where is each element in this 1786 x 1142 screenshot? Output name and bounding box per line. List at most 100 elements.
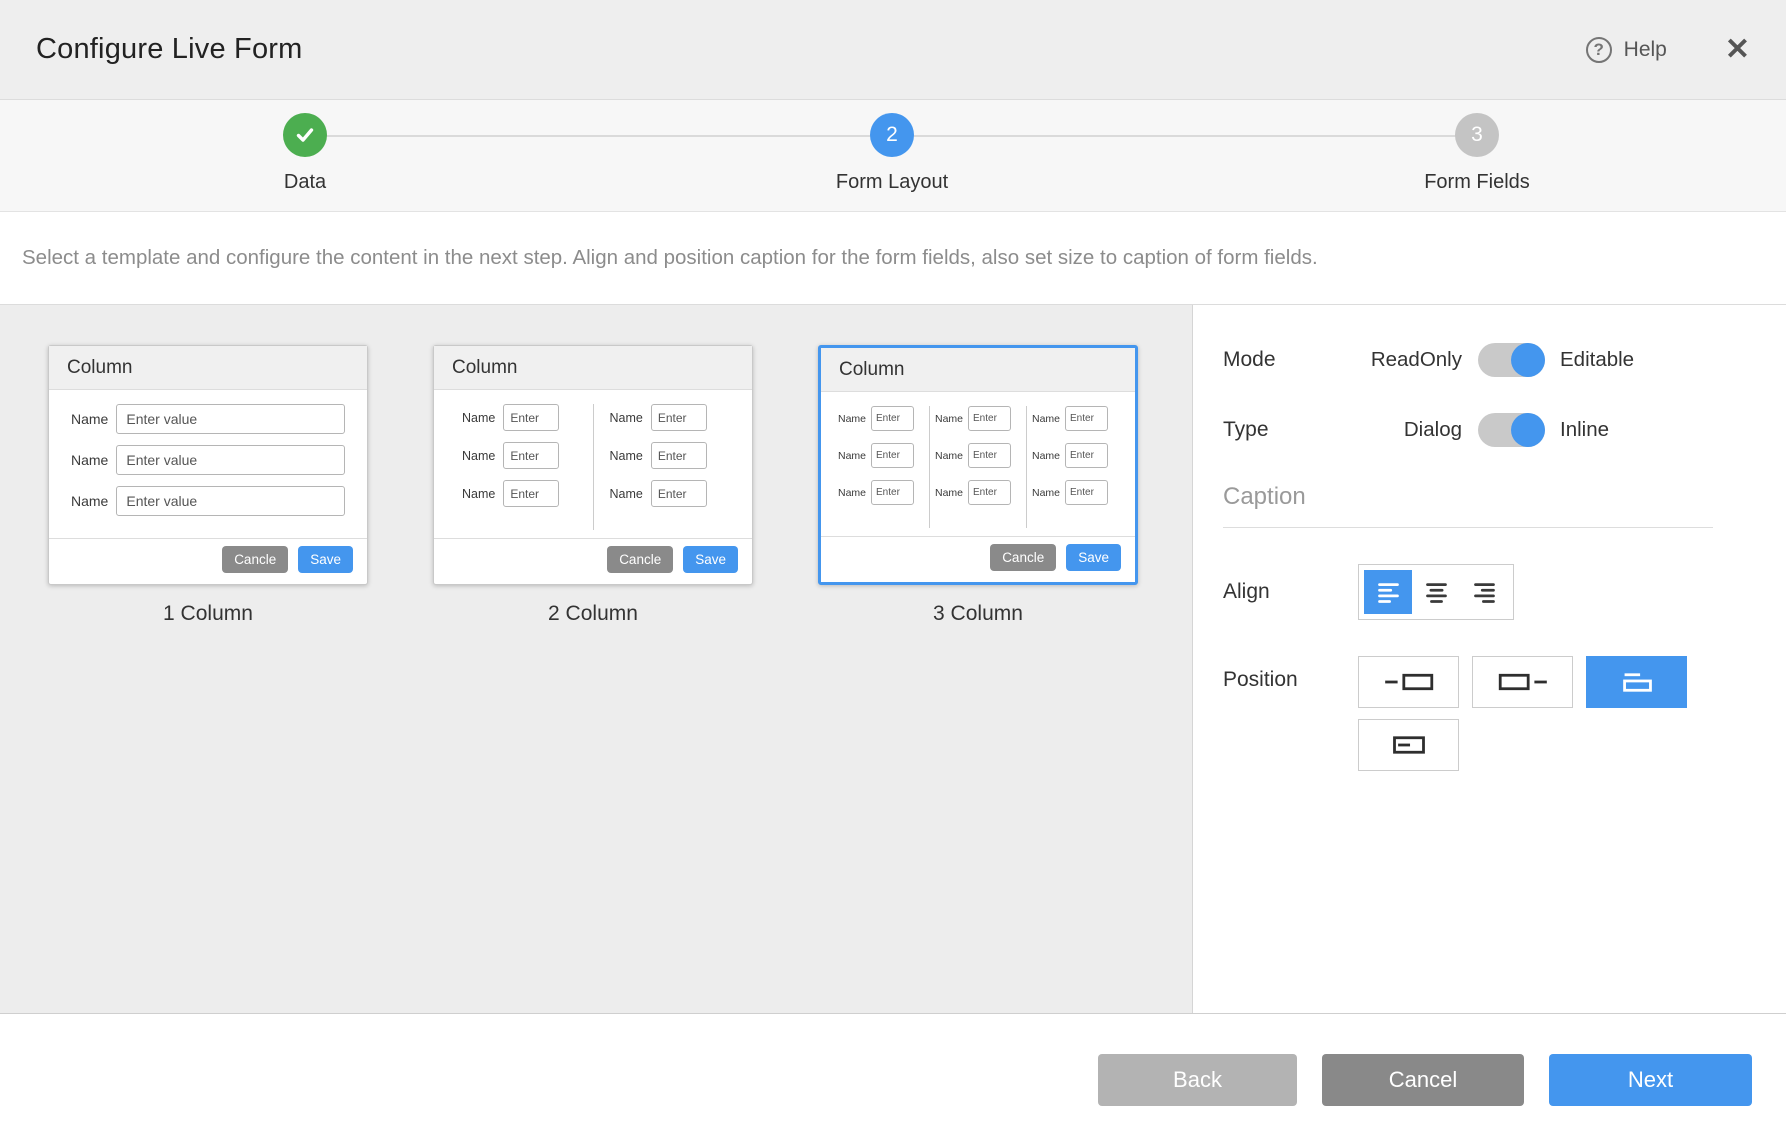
step-form-fields-indicator[interactable]: 3 <box>1455 113 1499 157</box>
template-card-body: Name Enter Name Enter Name Enter Name Enter Name… <box>821 392 1135 536</box>
template-field-row: NameEnter <box>838 480 924 505</box>
field-caption-label: Name <box>71 493 108 509</box>
template-option: ColumnNameEnterNameEnterNameEnterNameEnt… <box>433 345 753 626</box>
mode-row: Mode ReadOnly Editable <box>1223 343 1786 377</box>
template-card-1-column[interactable]: ColumnNameEnter valueNameEnter valueName… <box>48 345 368 585</box>
preview-save-button: Save <box>298 546 353 573</box>
template-field-row: Name Enter value <box>71 486 345 516</box>
position-row: Position <box>1223 656 1786 771</box>
field-caption-label: Name <box>462 487 495 501</box>
help-button[interactable]: ? Help <box>1586 37 1667 63</box>
step-form-fields[interactable]: 3 Form Fields <box>1377 113 1577 194</box>
type-row: Type Dialog Inline <box>1223 413 1786 447</box>
step-form-fields-label: Form Fields <box>1377 171 1577 194</box>
type-inline-label: Inline <box>1560 418 1609 442</box>
type-label: Type <box>1223 418 1358 442</box>
template-caption: 2 Column <box>548 602 638 626</box>
layout-settings-panel: Mode ReadOnly Editable Type Dialog Inlin… <box>1193 305 1786 1013</box>
field-caption-label: Name <box>935 487 963 499</box>
field-input-preview: Enter value <box>116 404 345 434</box>
field-input-preview: Enter <box>871 443 914 468</box>
template-selection-area: ColumnNameEnter valueNameEnter valueName… <box>0 305 1193 1013</box>
mode-toggle-thumb <box>1511 343 1545 377</box>
align-right-button[interactable] <box>1460 570 1508 614</box>
cancel-button[interactable]: Cancel <box>1322 1054 1524 1106</box>
template-card-footer: CancleSave <box>434 538 752 584</box>
field-caption-label: Name <box>462 449 495 463</box>
template-card-footer: Cancle Save <box>49 538 367 584</box>
type-toggle-thumb <box>1511 413 1545 447</box>
position-right-button[interactable] <box>1472 656 1573 708</box>
close-icon[interactable]: ✕ <box>1725 35 1750 65</box>
field-input-preview: Enter value <box>116 445 345 475</box>
field-caption-label: Name <box>610 411 643 425</box>
step-description: Select a template and configure the cont… <box>0 212 1786 305</box>
template-field-row: NameEnter <box>610 404 725 431</box>
template-card-2-column[interactable]: ColumnNameEnterNameEnterNameEnterNameEnt… <box>433 345 753 585</box>
template-card-column: NameEnterNameEnterNameEnter <box>593 404 741 530</box>
template-field-row: Name Enter <box>462 442 577 469</box>
step-form-layout[interactable]: 2 Form Layout <box>792 113 992 194</box>
step-data[interactable]: Data <box>205 113 405 194</box>
template-card-title: Column <box>434 346 752 390</box>
step-data-label: Data <box>205 171 405 194</box>
step-form-layout-label: Form Layout <box>792 171 992 194</box>
preview-cancel-button: Cancle <box>990 544 1056 571</box>
field-input-preview: Enter <box>968 406 1011 431</box>
help-label: Help <box>1624 38 1667 62</box>
template-field-row: NameEnter <box>610 480 725 507</box>
template-field-row: Name Enter value <box>71 445 345 475</box>
back-button[interactable]: Back <box>1098 1054 1297 1106</box>
field-input-preview: Enter <box>871 406 914 431</box>
position-label: Position <box>1223 668 1358 692</box>
field-input-preview: Enter <box>1065 406 1108 431</box>
field-input-preview: Enter <box>503 480 559 507</box>
mode-toggle[interactable] <box>1478 343 1545 377</box>
preview-save-button: Save <box>1066 544 1121 571</box>
field-caption-label: Name <box>1032 487 1060 499</box>
field-input-preview: Enter <box>503 442 559 469</box>
template-caption: 3 Column <box>933 602 1023 626</box>
align-left-button[interactable] <box>1364 570 1412 614</box>
field-caption-label: Name <box>1032 450 1060 462</box>
template-card-column: Name Enter value Name Enter value Name Enter … <box>61 404 355 530</box>
align-button-group <box>1358 564 1514 620</box>
next-button[interactable]: Next <box>1549 1054 1752 1106</box>
template-card-3-column[interactable]: ColumnNameEnterNameEnterNameEnterNameEnt… <box>818 345 1138 585</box>
field-caption-label: Name <box>71 411 108 427</box>
position-inside-button[interactable] <box>1358 719 1459 771</box>
step-data-check-icon[interactable] <box>283 113 327 157</box>
template-field-row: Name Enter <box>462 480 577 507</box>
position-left-button[interactable] <box>1358 656 1459 708</box>
field-caption-label: Name <box>71 452 108 468</box>
template-field-row: NameEnter <box>935 443 1021 468</box>
field-input-preview: Enter <box>651 480 707 507</box>
template-field-row: Name Enter <box>838 443 924 468</box>
template-field-row: Name Enter <box>935 480 1021 505</box>
template-field-row: Name Enter value <box>71 404 345 434</box>
field-caption-label: Name <box>610 449 643 463</box>
field-caption-label: Name <box>838 487 866 499</box>
dialog-header: Configure Live Form ? Help ✕ <box>0 0 1786 100</box>
field-input-preview: Enter <box>1065 480 1108 505</box>
template-card-title: Column <box>49 346 367 390</box>
field-caption-label: Name <box>1032 413 1060 425</box>
preview-cancel-button: Cancle <box>222 546 288 573</box>
template-option: ColumnNameEnterNameEnterNameEnterNameEnt… <box>818 345 1138 626</box>
field-caption-label: Name <box>838 450 866 462</box>
template-card-body: Name Enter value Name Enter value Name Enter … <box>49 390 367 538</box>
field-input-preview: Enter value <box>116 486 345 516</box>
align-center-button[interactable] <box>1412 570 1460 614</box>
field-input-preview: Enter <box>968 480 1011 505</box>
template-option: ColumnNameEnter valueNameEnter valueName… <box>48 345 368 626</box>
template-field-row: NameEnter <box>610 442 725 469</box>
caption-section-divider <box>1223 527 1713 528</box>
align-row: Align <box>1223 564 1786 620</box>
type-toggle[interactable] <box>1478 413 1545 447</box>
field-input-preview: Enter <box>1065 443 1108 468</box>
step-form-layout-indicator[interactable]: 2 <box>870 113 914 157</box>
help-icon: ? <box>1586 37 1612 63</box>
dialog-footer: Back Cancel Next <box>0 1013 1786 1141</box>
template-field-row: Name Enter <box>1032 406 1118 431</box>
position-top-button[interactable] <box>1586 656 1687 708</box>
